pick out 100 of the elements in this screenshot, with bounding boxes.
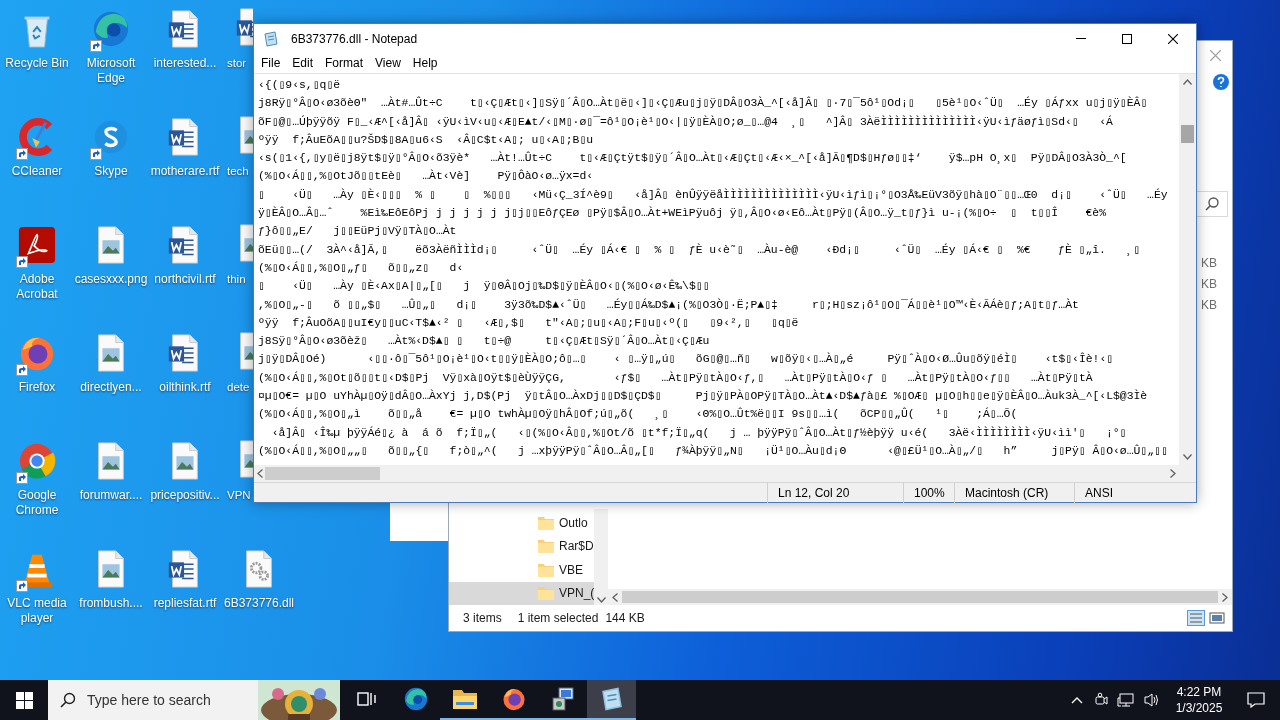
close-icon	[1209, 49, 1221, 61]
notepad-icon	[599, 687, 624, 711]
vertical-scrollbar[interactable]	[1179, 74, 1196, 482]
file-size: KB	[1201, 255, 1217, 272]
acrobat-icon	[17, 224, 57, 266]
search-field[interactable]: Type here to search	[48, 680, 340, 720]
desktop-icon-label[interactable]: repliesfat.rtf	[148, 596, 222, 611]
selection-size: 144 KB	[605, 610, 645, 627]
close-icon	[1168, 33, 1178, 44]
folder-icon	[538, 515, 554, 530]
clock[interactable]: 4:22 PM 1/3/2025	[1170, 684, 1228, 716]
desktop-icon-label[interactable]: pricepositiv...	[148, 488, 222, 503]
menu-item[interactable]: Edit	[286, 53, 320, 73]
edge-browser-icon	[402, 686, 429, 712]
text-line: ‹{(▯9‹s,▯q▯ë	[258, 78, 342, 93]
chevron-down-icon	[1183, 454, 1192, 460]
task-view-icon	[356, 690, 377, 708]
desktop-icon-label[interactable]: directlyen...	[74, 380, 148, 395]
search-icon	[60, 692, 76, 708]
window-title: 6B373776.dll - Notepad	[291, 30, 418, 48]
search-input[interactable]: Type here to search	[87, 689, 237, 711]
file-size: KB	[1201, 276, 1217, 293]
text-line: ,%▯O▯„-▯ õ ▯▯„$▯ …Û▯„▯ d¡▯ 3ÿ3õ‰D$▲‹ˆÜ▯ …Éy▯▯Á‰D$▲¡(%▯O3Ò▯·Ë;P▲▯‡ r▯;H▯sz¡ô¹▯O▯¯Á▯▯è¹▯O™‹È‹ÃÁè▯ƒ;A▯t▯ƒ…Àt	[258, 297, 1080, 313]
network-icon[interactable]	[1117, 692, 1135, 708]
folder-icon	[538, 586, 554, 601]
speaker-icon[interactable]	[1143, 692, 1161, 708]
folder-icon	[538, 539, 554, 554]
text-line: ƒ}ô▯▯„E/ j▯▯EüPj▯Vÿ▯TÀ▯O…Àt	[258, 223, 458, 240]
desktop-icon-label[interactable]: interested...	[148, 56, 222, 71]
desktop-icon-label[interactable]: dete	[227, 380, 250, 395]
desktop-icon-label[interactable]: CCleaner	[0, 164, 74, 179]
menu-item[interactable]: View	[369, 53, 407, 73]
chevron-down-icon	[596, 597, 606, 603]
text-line: õEü▯▯…(/ 3À^‹å]Ã,▯ ëõ3ÀëñÌÌÌd¡▯ ‹ˆÜ▯ …Éy ▯Á‹€ ▯ % ▯ ƒÈ u‹è˜▯ …Àu-è@ ‹Ðd¡▯ ‹ˆÜ▯ …Éy ▯Á‹€ ▯ %€ ƒÈ ▯„î. ¸▯	[258, 242, 1142, 258]
text-line: (%▯O‹Á▯▯,%▯OtJõ▯▯tEè▯ …Àt‹Vè] Pÿ▯ÔàO‹ø…ÿx=d‹	[258, 168, 595, 185]
file-size: KB	[1201, 297, 1217, 314]
desktop-icon-label[interactable]: Google Chrome	[0, 488, 74, 518]
desktop-icon-label[interactable]: 6B373776.dll	[222, 596, 296, 611]
desktop-icon-label[interactable]: VPN	[227, 488, 251, 503]
folder-tree-item[interactable]: Outlo	[449, 511, 595, 535]
firefox-icon	[500, 686, 527, 712]
desktop-icon-label[interactable]: VLC media player	[0, 596, 74, 626]
desktop-icon-label[interactable]: stor	[227, 56, 247, 71]
folder-tree-item[interactable]: VBE	[449, 558, 595, 582]
help-icon[interactable]	[1213, 74, 1229, 90]
chevron-right-icon	[1222, 592, 1228, 602]
folder-tree-item[interactable]: VPN_(	[449, 581, 595, 605]
text-line: ▯ ‹Ü▯ …Ày ▯È‹▯▯▯ % ▯ ▯ %▯▯▯ ‹Mü‹Ç_3Í^è9▯ ‹å]Â▯ ènÛÿÿëåÌÌÌÌÌÌÌÌÌÌÌÌÌÌ‹ÿU‹ìƒì▯¡°▯O3Å‰EüV3õÿ▯hà▯O¨▯▯…Œ0 d¡▯ ‹ˆÜ▯ …Éy	[258, 187, 1169, 203]
selection-status: 1 item selected	[517, 610, 599, 627]
text-line: (%▯O‹Á▯▯,%▯O▯„ì õ▯▯„å €= µ▯O twhÀµ▯Oÿ▯hÂ▯Of;ú▯„õ( ¸▯ ‹Θ%▯O…Ût%ë▯▯I 9s▯▯…ì( õCP▯▯„Û( ¹▯ ;Á▯…Õ(	[258, 406, 1019, 423]
desktop-icon-label[interactable]: frombush....	[74, 596, 148, 611]
desktop-icon-label[interactable]: casesxxx.png	[74, 272, 148, 287]
scrollbar-thumb[interactable]	[1181, 125, 1194, 143]
text-line: ▯ ‹Ü▯ …Ày ▯È‹Ax▯A|▯„[▯ j ÿ▯ΘÂ▯Oj▯‰D$▯ÿ▯ÈÂ▯O‹▯(%▯O‹ø‹Ê‰\$▯▯	[258, 278, 711, 295]
taskbar-app-button[interactable]	[587, 680, 636, 720]
chevron-left-icon	[257, 469, 263, 478]
chevron-right-icon	[1170, 469, 1176, 478]
desktop-icon-label[interactable]: Firefox	[0, 380, 74, 395]
desktop-icon-label[interactable]: Recycle Bin	[0, 56, 74, 71]
desktop-icon-label[interactable]: forumwar....	[74, 488, 148, 503]
text-line: j8Sÿ▯°Â▯O‹ø3õèž▯ …Àt%‹D$▲▯ ▯ t▯÷@ t▯‹Ç▯Æt▯Sÿ▯´Â▯O…Àt▯‹Ç▯Æu	[258, 333, 711, 350]
vertical-scrollbar[interactable]	[594, 509, 608, 605]
text-line: (%▯O‹Á▯▯,%▯O▯„„▯ õ▯▯„{▯ f;ò▯„^( j …xþÿÿPÿ▯ˆÂ▯O…Â▯„[▯ ƒ¾Àþÿÿ▯„N▯ ¡Ü¹▯O…Àu▯d¡Θ ‹@▯£Ü¹▯O…À▯„/▯ h” j▯Pÿ▯ Â▯O‹ø…Û▯„▯▯	[258, 443, 1169, 459]
status-field: ANSI	[1074, 482, 1174, 503]
minimize-icon	[1076, 38, 1086, 39]
desktop-icon-label[interactable]: thin	[227, 272, 246, 287]
installer-icon	[549, 686, 576, 712]
desktop-icon-label[interactable]: motherare.rtf	[148, 164, 222, 179]
desktop-icon-label[interactable]: northcivil.rtf	[148, 272, 222, 287]
text-line: j▯ÿ▯DÂ▯Oé) ‹▯▯·ô▯¯5ô¹▯O¡è¹▯O‹t▯▯ÿ▯ÈÀ▯O;ô▯…▯ ‹ ▯…ÿ▯„ú▯ õG▯@▯…ñ▯ w▯õÿ▯‹▯…À▯„é Pÿ▯ˆÀ▯O‹Ø…Ûu▯õÿ▯éÌ▯ ‹t$▯‹Îè!‹▯	[258, 351, 1115, 368]
folder-tree-item[interactable]: Rar$D	[449, 534, 595, 558]
text-line: (%▯O‹Á▯▯,%▯Ot▯õ▯▯t▯‹D$▯Pj Vÿ▯xà▯Oÿt$▯èÙÿÿÇG, ‹ƒ$▯ …Àt▯Pÿ▯tÀ▯O‹ƒ,▯ …Àt▯Pÿ▯tÀ▯O‹ƒ ▯ …Àt▯Pÿ▯tÀ▯O‹ƒ▯▯ …Àt▯Pÿ▯tÀ	[258, 370, 1094, 386]
desktop-icon-label[interactable]: Microsoft Edge	[74, 56, 148, 86]
folder-icon	[451, 688, 478, 710]
maximize-icon	[1122, 33, 1132, 44]
status-field: Macintosh (CR)	[954, 482, 1074, 503]
desktop-icon-label[interactable]: tech	[227, 164, 249, 179]
text-line: õF▯@▯…Úþÿÿõÿ F▯_‹Æ^[‹å]Â▯ ‹ÿU‹ìV‹u▯‹Æ▯E▲t/‹▯M▯·ø▯¯=ô¹▯O¡è¹▯O‹|▯ÿ▯ÈÀ▯O;ø_▯…@4 ¸▯ ^]Â▯ 3ÀëÌÌÌÌÌÌÌÌÌÌÌÌÌÌ‹ÿU‹ìƒäøƒì▯Sd‹▯ ‹Á	[258, 114, 1114, 130]
desktop-icon-label[interactable]: Skype	[74, 164, 148, 179]
scrollbar-thumb[interactable]	[265, 467, 380, 480]
desktop-icon-label[interactable]: Adobe Acrobat	[0, 272, 74, 302]
horizontal-scrollbar[interactable]	[254, 465, 1179, 482]
menu-item[interactable]: Help	[406, 53, 444, 73]
notepad-icon	[263, 30, 279, 47]
text-line: (%▯O‹Á▯▯,%▯O▯„ƒ▯ õ▯▯„z▯ d‹	[258, 260, 465, 276]
menu-item[interactable]: File	[255, 53, 287, 73]
status-field: Ln 12, Col 20	[767, 482, 903, 503]
tiles-view-icon[interactable]	[1208, 610, 1226, 626]
scrollbar-thumb[interactable]	[622, 591, 1218, 603]
menu-item[interactable]: Format	[319, 53, 370, 73]
horizontal-scrollbar[interactable]	[608, 589, 1232, 605]
status-field: 100%	[903, 482, 954, 503]
chevron-up-icon[interactable]	[1071, 696, 1083, 704]
chevron-left-icon	[612, 592, 618, 602]
text-line: ‹å]Â▯ ‹Î‰µ þÿÿÁé▯¿ à á õ f;Ï▯„( ‹▯(%▯O‹Â▯▯,%▯Ot/õ ▯t*f;Ï▯„q( j … þÿÿPÿ▯ˆÂ▯O…Àt▯ƒ½èþÿÿ u‹é( 3Àë‹ÌÌÌÌÌÌÌÌ‹ÿU‹ìì'▯ ¡°▯	[270, 425, 1128, 441]
search-icon[interactable]	[1205, 197, 1219, 211]
text-line: j8Rÿ▯°Â▯O‹ø3õèΘ" …Àt#…Ût÷C t▯‹Ç▯Æt▯‹]▯Sÿ▯´Â▯O…Àt▯ë▯‹]▯‹Ç▯Æu▯j▯ÿ▯DÂ▯O3À_^[‹å]Â▯ ▯·7▯¯5ô¹▯Od¡▯ ▯5è¹▯O‹ˆÜ▯ …Éy ▯Áƒxx u▯j▯ÿ▯ÈÂ▯	[258, 95, 1149, 112]
folder-icon	[538, 562, 554, 577]
text-line: ºÿÿ f;ÂuEõA▯▯u?ŠD$▯8A▯u6‹S ‹Â▯C$t‹A▯; u▯‹A▯;B▯u	[258, 132, 595, 148]
desktop-icon-label[interactable]: oilthink.rtf	[148, 380, 222, 395]
